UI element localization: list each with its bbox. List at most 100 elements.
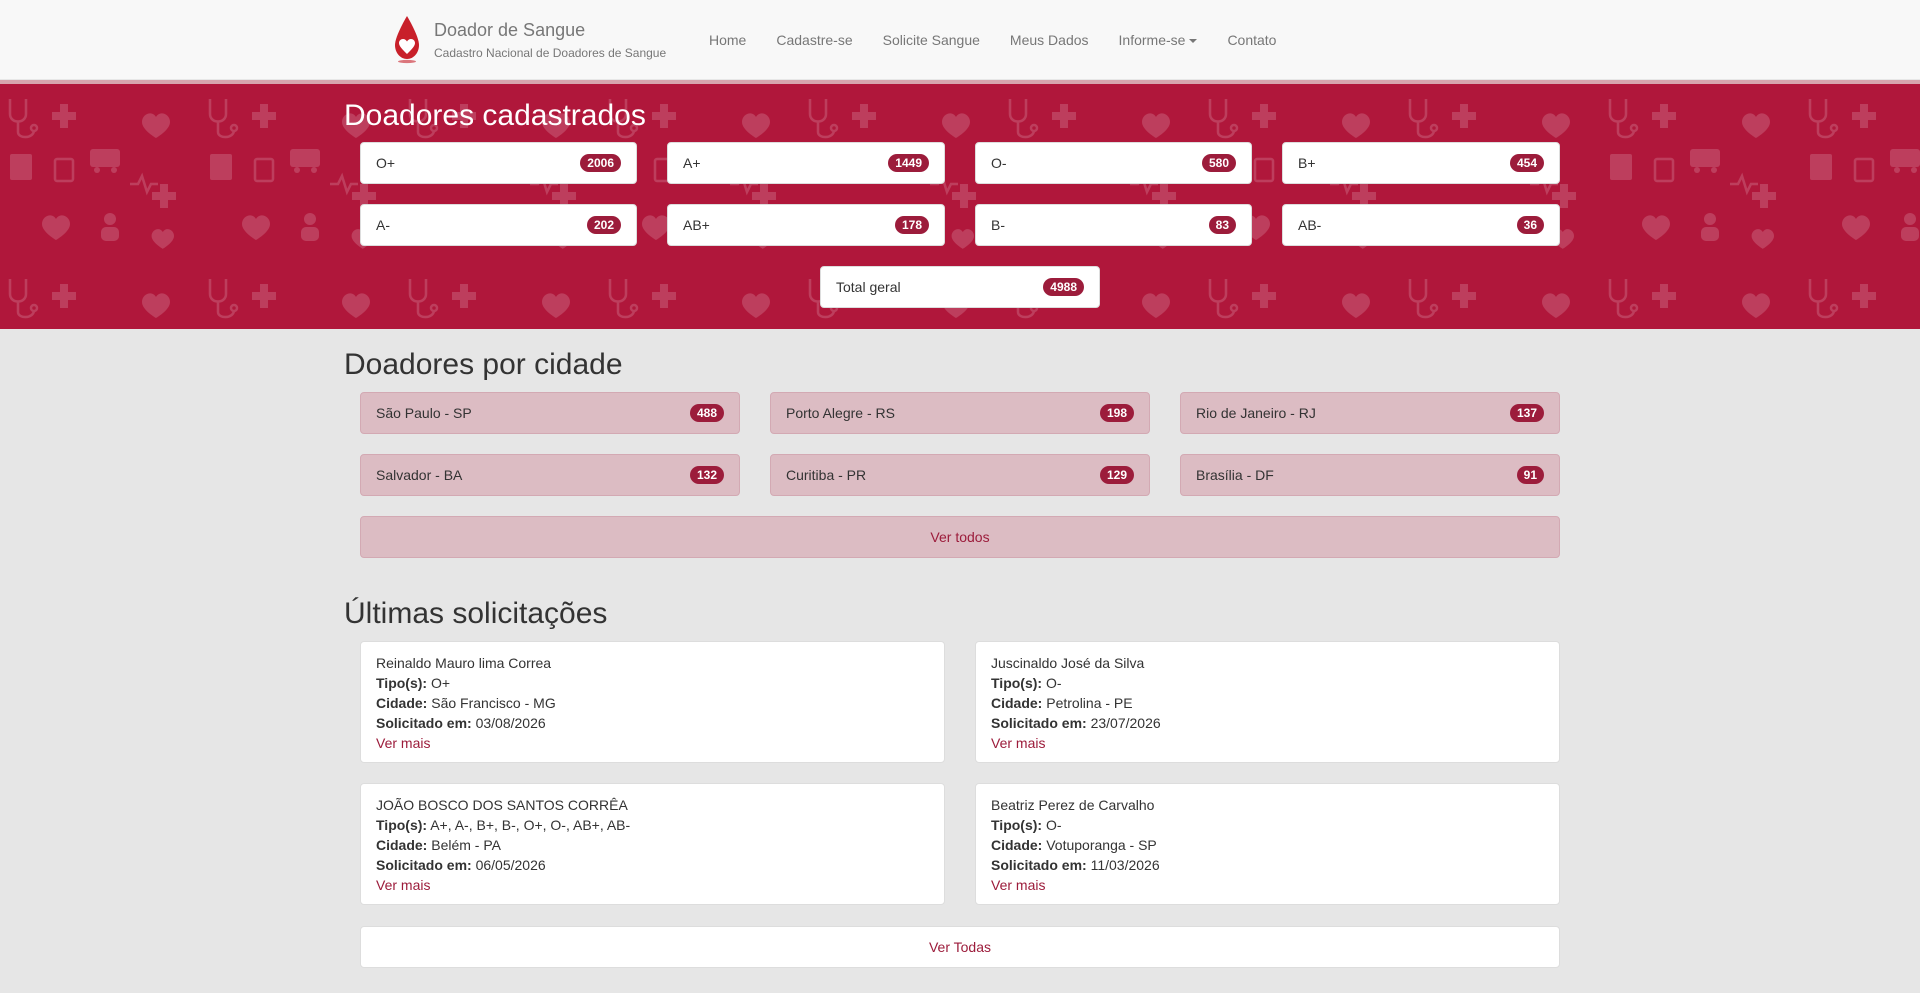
navbar: Doador de Sangue Cadastro Nacional de Do…: [0, 0, 1920, 80]
count-badge: 83: [1208, 216, 1236, 234]
blood-type-a-positive[interactable]: A+ 1449: [667, 142, 945, 184]
see-more-link[interactable]: Ver mais: [991, 733, 1544, 753]
city-label: Salvador - BA: [376, 467, 463, 483]
city-label: Rio de Janeiro - RJ: [1196, 405, 1316, 421]
requested-label: Solicitado em:: [991, 715, 1087, 731]
count-badge: 198: [1099, 404, 1134, 422]
blood-type-o-negative[interactable]: O- 580: [975, 142, 1252, 184]
city-label: São Paulo - SP: [376, 405, 472, 421]
city-item[interactable]: São Paulo - SP 488: [360, 392, 740, 434]
types-label: Tipo(s):: [376, 817, 428, 833]
blood-type-b-positive[interactable]: B+ 454: [1282, 142, 1560, 184]
city-item[interactable]: Brasília - DF 91: [1180, 454, 1560, 496]
requests-title: Últimas solicitações: [344, 597, 608, 630]
blood-type-label: B+: [1298, 155, 1316, 171]
count-badge: 178: [894, 216, 929, 234]
request-date: 11/03/2026: [1090, 857, 1160, 873]
request-types: O+: [430, 675, 451, 691]
brand-subtitle: Cadastro Nacional de Doadores de Sangue: [434, 46, 667, 60]
blood-type-b-negative[interactable]: B- 83: [975, 204, 1252, 246]
count-badge: 132: [689, 466, 724, 484]
see-all-requests-button[interactable]: Ver Todas: [360, 926, 1560, 968]
nav-informe-se-label: Informe-se: [1118, 32, 1186, 48]
blood-type-label: O+: [376, 155, 396, 171]
cities-title: Doadores por cidade: [344, 348, 623, 381]
request-card: Beatriz Perez de Carvalho Tipo(s): O- Ci…: [975, 783, 1560, 905]
brand-title[interactable]: Doador de Sangue: [434, 19, 666, 41]
caret-down-icon: [1189, 39, 1198, 44]
nav-home[interactable]: Home: [694, 0, 761, 80]
see-more-link[interactable]: Ver mais: [376, 875, 929, 895]
request-date: 23/07/2026: [1090, 715, 1161, 731]
nav-cadastre-se[interactable]: Cadastre-se: [761, 0, 867, 80]
request-name: Reinaldo Mauro lima Correa: [376, 655, 552, 671]
total-label: Total geral: [836, 279, 901, 295]
count-badge: 91: [1516, 466, 1544, 484]
donors-hero: Doadores cadastrados O+ 2006 A+ 1449 O- …: [0, 84, 1920, 329]
see-all-cities-button[interactable]: Ver todos: [360, 516, 1560, 558]
requested-label: Solicitado em:: [991, 857, 1087, 873]
main-nav: Home Cadastre-se Solicite Sangue Meus Da…: [694, 0, 1291, 80]
types-label: Tipo(s):: [991, 817, 1043, 833]
request-city: Votuporanga - SP: [1046, 837, 1157, 853]
donors-title: Doadores cadastrados: [344, 99, 646, 132]
request-date: 03/08/2026: [475, 715, 546, 731]
city-label: Porto Alegre - RS: [786, 405, 895, 421]
request-name: Beatriz Perez de Carvalho: [991, 797, 1155, 813]
city-label: Cidade:: [991, 837, 1043, 853]
request-card: Juscinaldo José da Silva Tipo(s): O- Cid…: [975, 641, 1560, 763]
blood-type-a-negative[interactable]: A- 202: [360, 204, 637, 246]
request-city: São Francisco - MG: [431, 695, 556, 711]
requested-label: Solicitado em:: [376, 715, 472, 731]
count-badge: 137: [1509, 404, 1544, 422]
city-item[interactable]: Rio de Janeiro - RJ 137: [1180, 392, 1560, 434]
blood-type-label: B-: [991, 217, 1005, 233]
city-item[interactable]: Curitiba - PR 129: [770, 454, 1150, 496]
city-label: Brasília - DF: [1196, 467, 1274, 483]
blood-drop-heart-icon: [395, 16, 419, 64]
blood-type-label: O-: [991, 155, 1007, 171]
blood-type-ab-negative[interactable]: AB- 36: [1282, 204, 1560, 246]
city-label: Curitiba - PR: [786, 467, 867, 483]
request-types: O-: [1045, 817, 1062, 833]
request-city: Petrolina - PE: [1046, 695, 1133, 711]
blood-type-label: A-: [376, 217, 390, 233]
request-date: 06/05/2026: [475, 857, 546, 873]
brand[interactable]: Doador de Sangue Cadastro Nacional de Do…: [392, 14, 666, 66]
requested-label: Solicitado em:: [376, 857, 472, 873]
city-label: Cidade:: [376, 695, 428, 711]
nav-contato[interactable]: Contato: [1212, 0, 1291, 80]
count-badge: 580: [1201, 154, 1236, 172]
nav-solicite-sangue[interactable]: Solicite Sangue: [868, 0, 995, 80]
count-badge: 2006: [580, 154, 621, 172]
blood-type-label: AB+: [683, 217, 710, 233]
see-more-link[interactable]: Ver mais: [991, 875, 1544, 895]
request-city: Belém - PA: [431, 837, 501, 853]
request-name: Juscinaldo José da Silva: [991, 655, 1145, 671]
request-card: JOÃO BOSCO DOS SANTOS CORRÊA Tipo(s): A+…: [360, 783, 945, 905]
total-donors[interactable]: Total geral 4988: [820, 266, 1100, 308]
nav-meus-dados[interactable]: Meus Dados: [995, 0, 1104, 80]
total-badge: 4988: [1043, 278, 1084, 296]
count-badge: 488: [689, 404, 724, 422]
count-badge: 1449: [888, 154, 929, 172]
count-badge: 36: [1516, 216, 1544, 234]
blood-type-ab-positive[interactable]: AB+ 178: [667, 204, 945, 246]
request-card: Reinaldo Mauro lima Correa Tipo(s): O+ C…: [360, 641, 945, 763]
count-badge: 454: [1509, 154, 1544, 172]
city-item[interactable]: Salvador - BA 132: [360, 454, 740, 496]
types-label: Tipo(s):: [376, 675, 428, 691]
blood-type-label: AB-: [1298, 217, 1322, 233]
see-more-link[interactable]: Ver mais: [376, 733, 929, 753]
blood-type-o-positive[interactable]: O+ 2006: [360, 142, 637, 184]
nav-informe-se-dropdown[interactable]: Informe-se: [1104, 0, 1213, 80]
city-item[interactable]: Porto Alegre - RS 198: [770, 392, 1150, 434]
request-name: JOÃO BOSCO DOS SANTOS CORRÊA: [376, 797, 628, 813]
city-label: Cidade:: [376, 837, 428, 853]
request-types: A+, A-, B+, B-, O+, O-, AB+, AB-: [430, 817, 631, 833]
types-label: Tipo(s):: [991, 675, 1043, 691]
city-label: Cidade:: [991, 695, 1043, 711]
blood-type-label: A+: [683, 155, 701, 171]
request-types: O-: [1045, 675, 1062, 691]
count-badge: 129: [1099, 466, 1134, 484]
